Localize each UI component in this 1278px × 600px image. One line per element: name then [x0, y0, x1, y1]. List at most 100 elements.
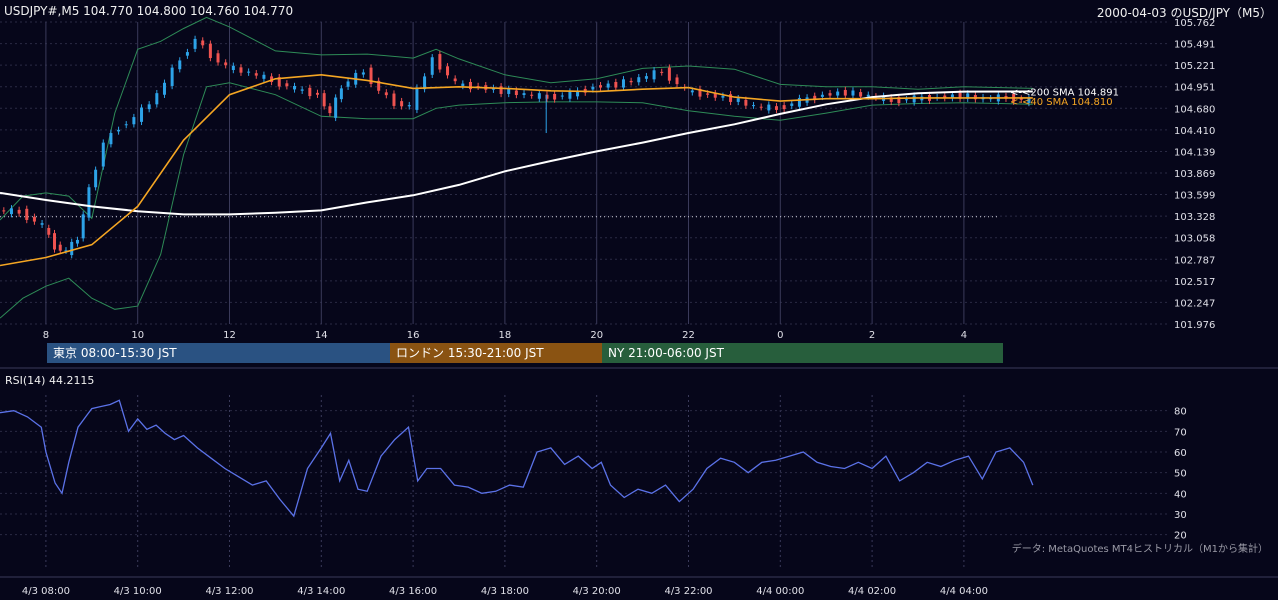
candle-body — [328, 106, 332, 114]
candle-body — [361, 72, 365, 75]
time-tick-label: 4/4 04:00 — [940, 586, 988, 597]
price-plot: <-<200 SMA 104.891<-<40 SMA 104.810 — [0, 16, 1119, 319]
candle-body — [308, 87, 312, 97]
candle-body — [400, 101, 404, 107]
candle-body — [346, 81, 350, 87]
hour-tick-label: 12 — [223, 330, 236, 341]
candle-body — [117, 129, 121, 132]
candle-body — [430, 57, 434, 75]
bollinger-lower-line — [0, 82, 1033, 319]
candle-body — [17, 209, 21, 214]
chart-canvas: <-<200 SMA 104.891<-<40 SMA 104.810 105.… — [0, 16, 1278, 597]
candle-body — [101, 142, 105, 167]
rsi-y-axis: 80706050403020 — [1174, 407, 1187, 542]
candle-body — [453, 78, 457, 82]
candle-body — [147, 104, 151, 110]
candle-body — [178, 60, 182, 70]
candle-body — [262, 74, 266, 79]
time-tick-label: 4/3 16:00 — [389, 586, 437, 597]
hour-tick-label: 18 — [499, 330, 512, 341]
sma40-annotation: <-<40 SMA 104.810 — [1010, 97, 1113, 108]
session-newyork: NY 21:00-06:00 JST — [602, 343, 1003, 363]
candle-body — [109, 133, 113, 145]
time-tick-label: 4/3 10:00 — [114, 586, 162, 597]
rsi-label: RSI(14) 44.2115 — [5, 374, 95, 387]
candle-body — [851, 90, 855, 96]
price-tick-label: 102.517 — [1174, 277, 1215, 288]
rsi-tick-label: 80 — [1174, 407, 1187, 418]
candle-body — [767, 104, 771, 111]
price-y-axis: 105.762105.491105.221104.951104.680104.4… — [1174, 18, 1215, 331]
candle-body — [614, 81, 618, 88]
candle-body — [652, 70, 656, 80]
candle-body — [208, 43, 212, 59]
price-tick-label: 101.976 — [1174, 320, 1215, 331]
candle-body — [40, 223, 44, 225]
hour-tick-label: 8 — [43, 330, 49, 341]
candle-body — [140, 107, 144, 122]
candle-body — [384, 92, 388, 96]
price-tick-label: 103.599 — [1174, 191, 1215, 202]
candle-body — [193, 38, 197, 49]
candle-body — [407, 105, 411, 107]
candle-body — [790, 103, 794, 106]
candle-body — [759, 106, 763, 108]
candle-body — [522, 93, 526, 96]
candle-body — [568, 91, 572, 99]
candle-body — [300, 89, 304, 91]
session-london: ロンドン 15:30-21:00 JST — [390, 343, 602, 363]
candle-body — [843, 89, 847, 96]
candle-body — [905, 99, 909, 101]
candle-body — [58, 244, 62, 251]
price-tick-label: 104.410 — [1174, 126, 1215, 137]
candle-body — [736, 98, 740, 102]
candle-body — [339, 88, 343, 100]
candle-body — [2, 210, 6, 212]
candle-body — [162, 82, 166, 95]
candle-body — [285, 83, 289, 87]
hour-tick-label: 22 — [682, 330, 695, 341]
session-tokyo: 東京 08:00-15:30 JST — [47, 343, 390, 363]
candle-body — [507, 88, 511, 94]
rsi-line — [0, 399, 1034, 518]
candle-body — [706, 93, 710, 95]
candle-body — [25, 208, 29, 220]
candle-body — [560, 95, 564, 97]
candle-body — [47, 227, 51, 235]
price-tick-label: 103.328 — [1174, 212, 1215, 223]
candle-body — [912, 95, 916, 103]
candle-body — [75, 239, 79, 244]
time-tick-label: 4/3 14:00 — [297, 586, 345, 597]
time-tick-label: 4/3 12:00 — [205, 586, 253, 597]
candle-body — [124, 124, 128, 126]
candle-body — [322, 93, 326, 107]
candle-body — [599, 85, 603, 88]
candle-body — [132, 117, 136, 125]
candle-body — [667, 67, 671, 81]
candle-body — [637, 77, 641, 83]
rsi-tick-label: 50 — [1174, 469, 1187, 480]
time-tick-label: 4/3 22:00 — [664, 586, 712, 597]
price-tick-label: 105.221 — [1174, 61, 1215, 72]
hour-tick-label: 14 — [315, 330, 328, 341]
price-tick-label: 103.869 — [1174, 169, 1215, 180]
candle-body — [660, 71, 664, 73]
time-tick-label: 4/4 02:00 — [848, 586, 896, 597]
candle-body — [675, 77, 679, 85]
bollinger-upper-line — [0, 16, 1033, 221]
price-tick-label: 103.058 — [1174, 234, 1215, 245]
candle-body — [201, 40, 205, 46]
price-tick-label: 102.787 — [1174, 255, 1215, 266]
candle-body — [744, 99, 748, 106]
candle-body — [629, 80, 633, 83]
symbol-ohlc-line: USDJPY#,M5 104.770 104.800 104.760 104.7… — [4, 4, 294, 18]
candle-body — [32, 216, 36, 222]
price-tick-label: 104.680 — [1174, 104, 1215, 115]
candle-body — [254, 73, 258, 76]
hour-tick-label: 20 — [590, 330, 603, 341]
candle-body — [690, 90, 694, 93]
rsi-tick-label: 70 — [1174, 427, 1187, 438]
hour-tick-label: 0 — [777, 330, 783, 341]
candle-body — [836, 91, 840, 96]
candle-body — [315, 92, 319, 95]
